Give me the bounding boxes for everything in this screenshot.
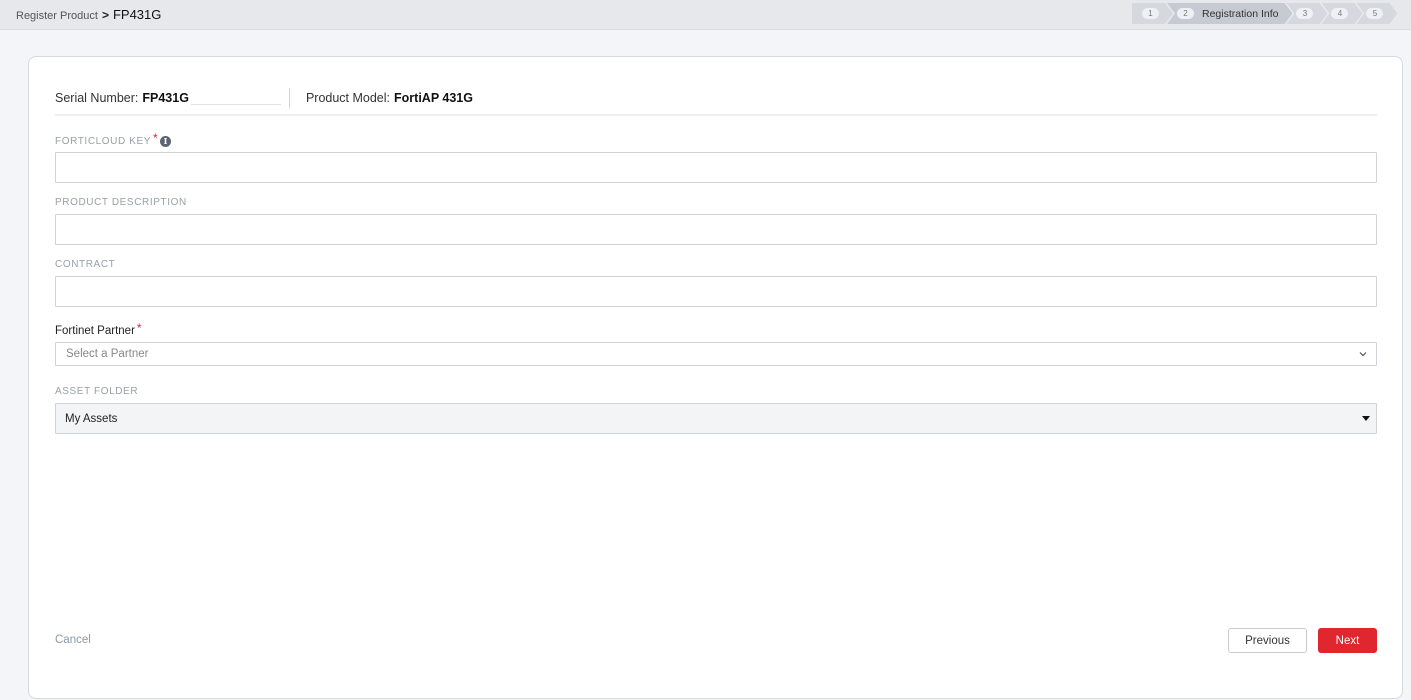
step-number: 1 [1142,8,1159,19]
required-marker: * [136,321,142,335]
breadcrumb: Register Product > FP431G [16,7,161,22]
breadcrumb-root[interactable]: Register Product [16,10,98,22]
fortinet-partner-label: Fortinet Partner * [55,321,142,338]
serial-number-value: FP431G [142,91,189,105]
caret-down-icon [1362,416,1370,421]
breadcrumb-current: FP431G [112,7,162,22]
product-description-input[interactable] [55,214,1377,245]
forticloud-key-label: FORTICLOUD KEY * i [55,131,172,148]
wizard-step-3[interactable]: 3 [1286,3,1327,24]
contract-label: CONTRACT [55,259,115,270]
required-marker: * [153,131,159,145]
step-number: 5 [1366,8,1383,19]
wizard-step-4[interactable]: 4 [1321,3,1362,24]
step-number: 3 [1296,8,1313,19]
wizard-step-2[interactable]: 2 Registration Info [1167,3,1292,24]
asset-folder-select[interactable]: My Assets [55,403,1377,434]
step-label: Registration Info [1202,7,1279,20]
next-button[interactable]: Next [1318,628,1377,653]
asset-folder-label-text: ASSET FOLDER [55,386,139,397]
product-model-label: Product Model: [305,91,391,105]
header-divider [288,88,290,108]
step-number: 4 [1331,8,1348,19]
wizard-step-1[interactable]: 1 [1132,3,1173,24]
fortinet-partner-label-text: Fortinet Partner [55,325,135,337]
asset-folder-value: My Assets [65,412,118,425]
wizard-step-5[interactable]: 5 [1356,3,1397,24]
asset-folder-label: ASSET FOLDER [55,386,138,397]
product-description-label: PRODUCT DESCRIPTION [55,197,187,208]
contract-label-text: CONTRACT [55,259,116,270]
cancel-link[interactable]: Cancel [55,634,91,646]
serial-number-label: Serial Number: [55,91,139,105]
partner-select[interactable]: Select a Partner [55,342,1377,366]
forticloud-key-label-text: FORTICLOUD KEY [55,135,152,147]
previous-button[interactable]: Previous [1228,628,1307,653]
top-bar: Register Product > FP431G 1 2 Registrati… [0,0,1411,30]
partner-select-placeholder: Select a Partner [66,348,149,360]
product-description-label-text: PRODUCT DESCRIPTION [55,197,187,208]
product-model-value: FortiAP 431G [394,91,473,105]
forticloud-key-input[interactable] [55,152,1377,183]
step-number: 2 [1177,8,1194,19]
wizard-steps: 1 2 Registration Info 3 4 5 [1132,3,1411,24]
chevron-down-icon [1359,352,1367,357]
registration-card: Serial Number: FP431G Product Model: For… [28,56,1403,699]
info-icon[interactable]: i [160,135,172,147]
contract-input[interactable] [55,276,1377,307]
breadcrumb-separator: > [101,8,109,22]
product-summary: Serial Number: FP431G Product Model: For… [55,82,1377,116]
serial-number-redacted [190,91,281,105]
